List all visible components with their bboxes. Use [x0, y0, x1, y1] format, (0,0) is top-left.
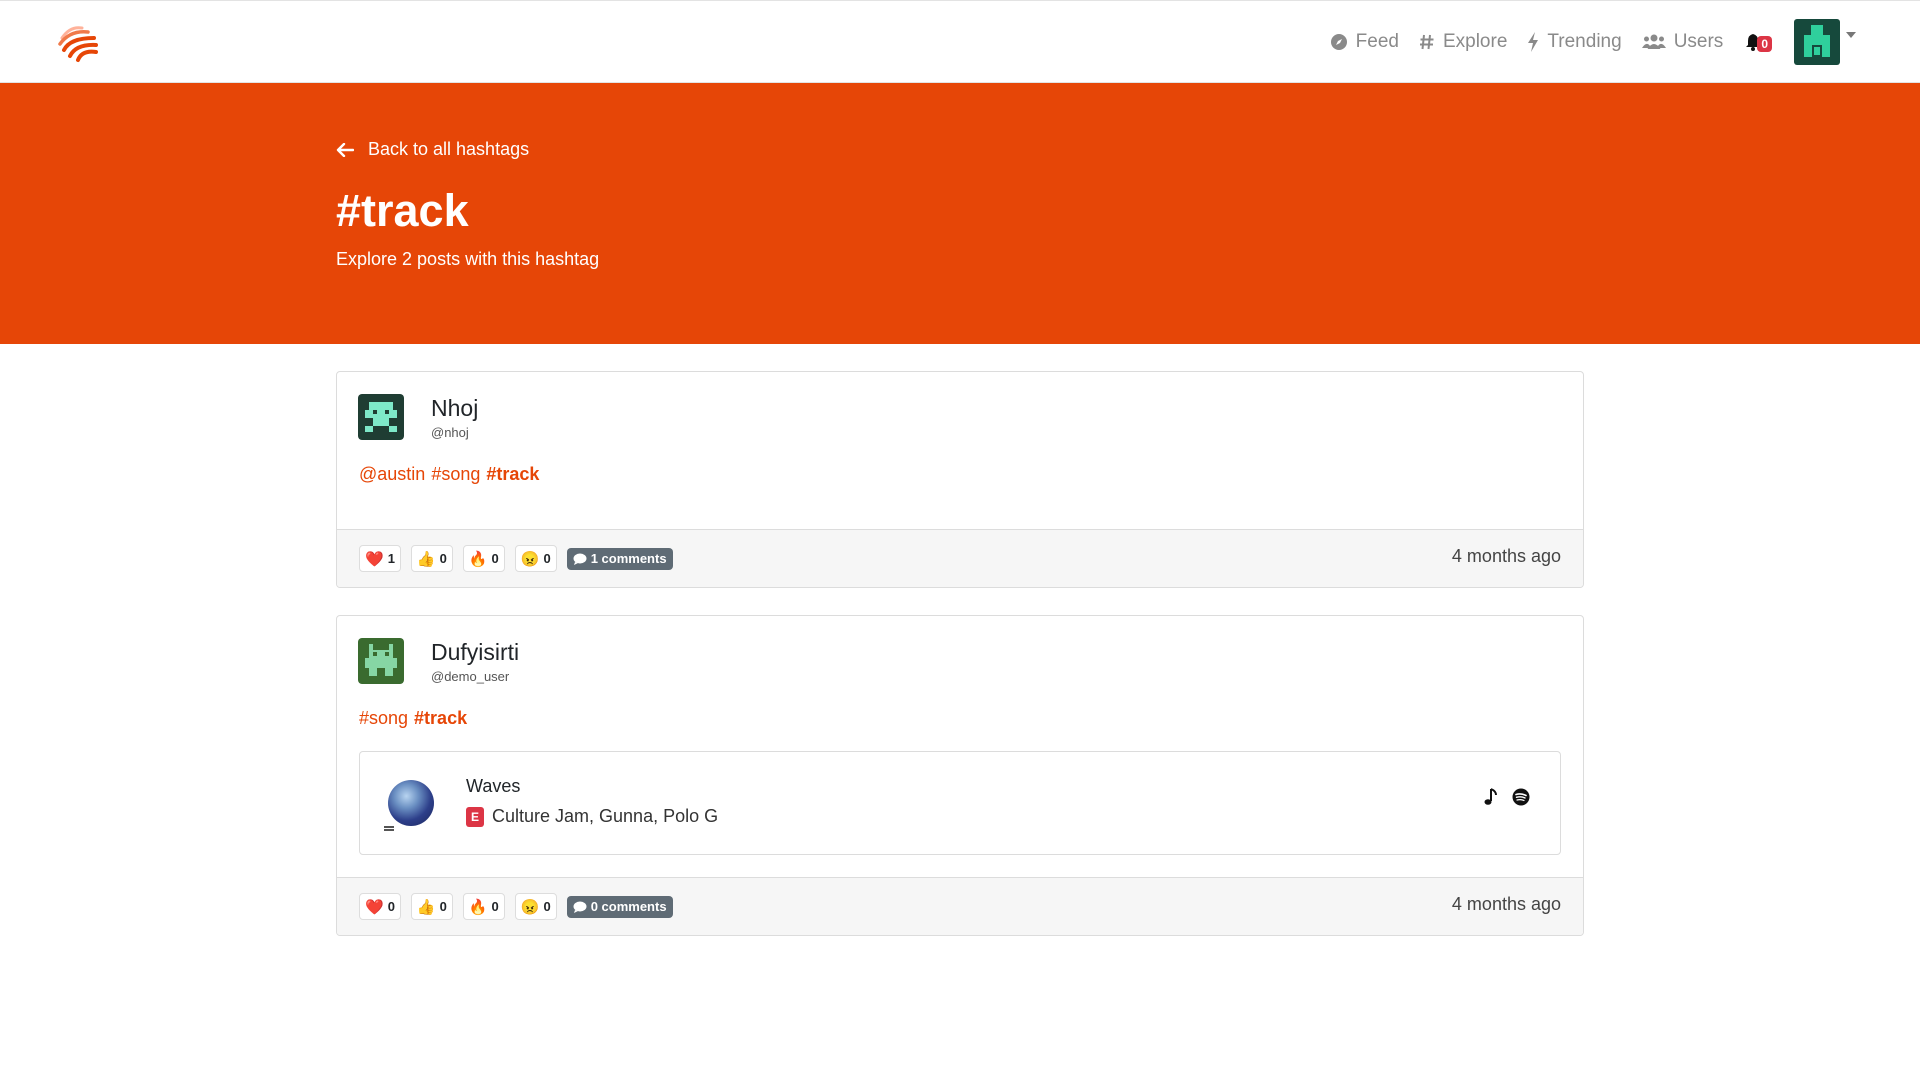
back-link-label: Back to all hashtags: [368, 139, 530, 159]
reaction-thumbs-button[interactable]: 👍 0: [410, 545, 453, 572]
post-author[interactable]: Dufyisirti @demo_user: [358, 638, 1561, 684]
album-art: [388, 780, 434, 826]
hashtag-link-active[interactable]: #track: [486, 464, 539, 484]
users-icon: [1641, 34, 1666, 49]
hashtag-link-active[interactable]: #track: [414, 708, 467, 728]
author-handle: @nhoj: [431, 424, 469, 440]
reaction-angry-button[interactable]: 😠 0: [514, 545, 557, 572]
author-meta: Nhoj @nhoj: [431, 395, 478, 440]
compass-icon: [1330, 34, 1347, 50]
post-body: Dufyisirti @demo_user #song #track Waves …: [337, 616, 1583, 877]
profile-menu-button[interactable]: [1794, 19, 1856, 65]
post-timestamp: 4 months ago: [1451, 546, 1561, 566]
hashtag-link[interactable]: #song: [431, 464, 480, 484]
reaction-heart-button[interactable]: ❤️ 1: [359, 545, 401, 572]
post-card: Dufyisirti @demo_user #song #track Waves …: [336, 615, 1584, 936]
app-logo-icon[interactable]: [56, 20, 100, 64]
arrow-left-icon: [336, 142, 354, 157]
reaction-heart-button[interactable]: ❤️ 0: [359, 893, 401, 920]
nav-links: Feed Explore Trending Users 0: [1310, 19, 1856, 65]
notifications-button[interactable]: 0: [1745, 33, 1776, 52]
author-name: Dufyisirti: [431, 638, 520, 665]
author-name: Nhoj: [431, 394, 479, 421]
post-footer: ❤️ 0 👍 0 🔥 0 😠 0 0 comments 4 months ago: [337, 877, 1583, 935]
reaction-count: 0: [439, 551, 447, 566]
heart-icon: ❤️: [365, 550, 384, 568]
track-actions: [1470, 788, 1530, 806]
comment-icon: [573, 901, 587, 913]
notifications-count-badge: 0: [1757, 36, 1772, 52]
reaction-thumbs-button[interactable]: 👍 0: [410, 893, 453, 920]
avatar: [358, 638, 404, 684]
avatar: [1794, 19, 1840, 65]
back-to-hashtags-link[interactable]: Back to all hashtags: [336, 139, 529, 160]
track-artists-row: E Culture Jam, Gunna, Polo G: [466, 806, 718, 827]
post-author[interactable]: Nhoj @nhoj: [358, 394, 1561, 440]
nav-feed-label: Feed: [1355, 31, 1399, 52]
hash-icon: [1419, 34, 1434, 50]
reaction-count: 0: [543, 899, 551, 914]
post-timestamp: 4 months ago: [1451, 894, 1561, 914]
comment-icon: [573, 553, 587, 565]
post-content: #song #track: [359, 708, 1561, 729]
fire-icon: 🔥: [468, 898, 488, 916]
angry-face-icon: 😠: [520, 898, 540, 916]
track-artists: Culture Jam, Gunna, Polo G: [492, 806, 719, 826]
reaction-count: 0: [387, 899, 395, 914]
nav-users-label: Users: [1673, 31, 1724, 52]
author-handle: @demo_user: [431, 668, 510, 684]
reaction-count: 0: [439, 899, 447, 914]
reaction-count: 1: [387, 551, 395, 566]
top-navbar: Feed Explore Trending Users 0: [0, 0, 1920, 83]
page-subtitle: Explore 2 posts with this hashtag: [336, 249, 600, 269]
reaction-fire-button[interactable]: 🔥 0: [462, 893, 505, 920]
bolt-icon: [1528, 32, 1539, 52]
menu-icon: [384, 826, 394, 831]
hashtag-link[interactable]: #song: [359, 708, 408, 728]
post-footer: ❤️ 1 👍 0 🔥 0 😠 0 1 comments 4 months ago: [337, 529, 1583, 587]
nav-trending-label: Trending: [1547, 31, 1622, 52]
track-embed[interactable]: Waves E Culture Jam, Gunna, Polo G: [359, 751, 1561, 855]
music-note-icon[interactable]: [1484, 788, 1498, 806]
reaction-count: 0: [543, 551, 551, 566]
explicit-badge: E: [466, 806, 484, 827]
post-body: Nhoj @nhoj @austin #song #track: [337, 372, 1583, 529]
nav-trending-link[interactable]: Trending: [1527, 31, 1622, 53]
page-title: #track: [336, 185, 469, 236]
thumbs-up-icon: 👍: [416, 898, 436, 916]
mention-link[interactable]: @austin: [359, 464, 425, 484]
spotify-icon[interactable]: [1512, 788, 1530, 806]
comments-label: 1 comments: [590, 551, 667, 566]
post-card: Nhoj @nhoj @austin #song #track ❤️ 1 👍 0 🔥 0 …: [336, 371, 1584, 588]
author-meta: Dufyisirti @demo_user: [431, 639, 519, 684]
nav-explore-label: Explore: [1442, 31, 1508, 52]
reaction-angry-button[interactable]: 😠 0: [514, 893, 557, 920]
chevron-down-icon: [1846, 32, 1856, 38]
heart-icon: ❤️: [365, 898, 384, 916]
nav-feed-link[interactable]: Feed: [1330, 31, 1399, 53]
reaction-count: 0: [491, 551, 499, 566]
hashtag-hero: Back to all hashtags #track Explore 2 po…: [0, 83, 1920, 344]
post-content: @austin #song #track: [359, 464, 1561, 485]
reaction-count: 0: [491, 899, 499, 914]
comments-button[interactable]: 1 comments: [566, 547, 673, 570]
reaction-fire-button[interactable]: 🔥 0: [462, 545, 505, 572]
nav-users-link[interactable]: Users: [1641, 31, 1724, 53]
thumbs-up-icon: 👍: [416, 550, 436, 568]
comments-label: 0 comments: [590, 899, 667, 914]
angry-face-icon: 😠: [520, 550, 540, 568]
comments-button[interactable]: 0 comments: [566, 895, 673, 918]
avatar: [358, 394, 404, 440]
nav-explore-link[interactable]: Explore: [1419, 31, 1507, 53]
fire-icon: 🔥: [468, 550, 488, 568]
track-title: Waves: [466, 776, 521, 796]
